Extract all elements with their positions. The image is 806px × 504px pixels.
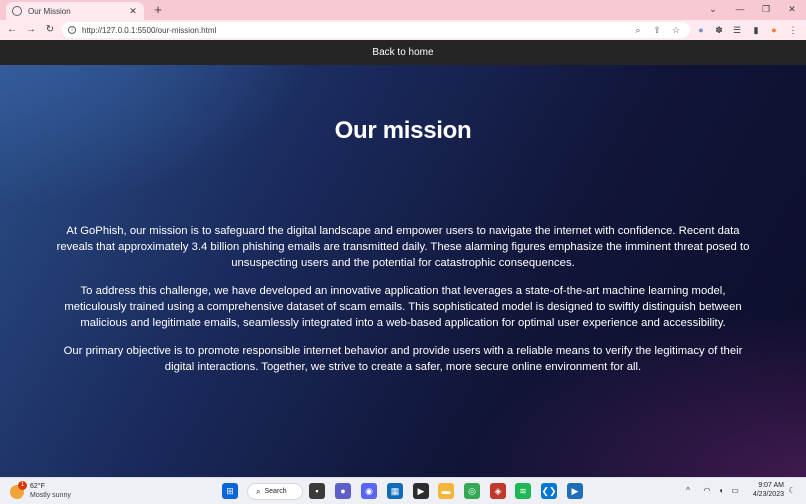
notification-badge: 1 xyxy=(18,481,27,490)
profile-avatar-icon[interactable]: ● xyxy=(768,23,780,37)
search-label: Search xyxy=(264,488,287,495)
wifi-icon[interactable]: ◠ xyxy=(701,485,713,497)
top-nav-bar: Back to home xyxy=(0,40,806,65)
page-viewport: Back to home Our mission At GoPhish, our… xyxy=(0,40,806,477)
reading-list-icon[interactable]: ☰ xyxy=(731,23,743,37)
start-icon[interactable]: ⊞ xyxy=(222,483,238,499)
page-title: Our mission xyxy=(334,117,472,144)
weather-widget[interactable]: 1 62°F Mostly sunny xyxy=(10,481,90,502)
globe-icon xyxy=(12,6,22,16)
new-tab-button[interactable]: + xyxy=(151,2,165,18)
address-bar[interactable]: i http://127.0.0.1:5500/our-mission.html… xyxy=(62,22,690,38)
back-to-home-link[interactable]: Back to home xyxy=(372,47,433,58)
chat-icon[interactable]: ● xyxy=(335,483,351,499)
menu-kebab-icon[interactable]: ⋮ xyxy=(787,23,799,37)
mission-paragraph-3: Our primary objective is to promote resp… xyxy=(63,345,743,373)
media-icon[interactable]: ▶ xyxy=(567,483,583,499)
chrome-icon[interactable]: ◎ xyxy=(464,483,480,499)
share-icon[interactable]: ⇪ xyxy=(651,23,663,37)
tab-title: Our Mission xyxy=(28,6,71,16)
zoom-icon[interactable]: ⌕ xyxy=(632,23,644,37)
clock-date[interactable]: 4/23/2023 xyxy=(744,491,784,498)
weather-temperature: 62°F xyxy=(30,483,45,490)
clock-time[interactable]: 9:07 AM xyxy=(748,482,784,489)
extension-circle-icon[interactable]: ● xyxy=(695,23,707,37)
discord-icon[interactable]: ◉ xyxy=(361,483,377,499)
back-button[interactable]: ← xyxy=(5,23,19,37)
search-icon: ⌕ xyxy=(256,486,261,496)
vscode-icon[interactable]: ❮❯ xyxy=(541,483,557,499)
terminal-icon[interactable]: ▶ xyxy=(413,483,429,499)
notification-bell-icon[interactable]: ☾ xyxy=(786,485,798,497)
side-panel-icon[interactable]: ▮ xyxy=(750,23,762,37)
volume-icon[interactable]: ◖ xyxy=(715,485,727,497)
mission-paragraph-2: To address this challenge, we have devel… xyxy=(64,285,742,329)
tab-our-mission[interactable]: Our Mission ✕ xyxy=(6,2,144,20)
url-text[interactable]: http://127.0.0.1:5500/our-mission.html xyxy=(82,26,216,35)
taskbar: 1 62°F Mostly sunny ⊞ ▪ ● ◉ ▦ ▶ ▬ ◎ ◈ ≋ ❮❯ ▶ ⌕ Sear… xyxy=(0,477,806,504)
calculator-icon[interactable]: ▦ xyxy=(387,483,403,499)
tray-overflow-chevron-icon[interactable]: ^ xyxy=(682,485,694,497)
tab-close-icon[interactable]: ✕ xyxy=(128,6,138,17)
close-window-button[interactable]: ✕ xyxy=(785,2,799,16)
minimize-button[interactable]: — xyxy=(733,2,747,16)
file-explorer-taskview-icon[interactable]: ▪ xyxy=(309,483,325,499)
site-info-icon[interactable]: i xyxy=(68,26,76,34)
tab-strip: Our Mission ✕ + ⌄ — ❐ ✕ xyxy=(0,0,806,20)
browser-toolbar: ← → ↻ i http://127.0.0.1:5500/our-missio… xyxy=(0,20,806,40)
restore-button[interactable]: ❐ xyxy=(759,2,773,16)
weather-description: Mostly sunny xyxy=(30,492,71,499)
tab-list-chevron-icon[interactable]: ⌄ xyxy=(706,2,720,16)
folder-icon[interactable]: ▬ xyxy=(438,483,454,499)
reload-button[interactable]: ↻ xyxy=(43,23,57,37)
mission-body: At GoPhish, our mission is to safeguard … xyxy=(48,223,758,387)
forward-button[interactable]: → xyxy=(24,23,38,37)
battery-icon[interactable]: ▭ xyxy=(729,485,741,497)
mission-paragraph-1: At GoPhish, our mission is to safeguard … xyxy=(56,225,750,269)
spotify-icon[interactable]: ≋ xyxy=(515,483,531,499)
extensions-puzzle-icon[interactable]: ✽ xyxy=(713,23,725,37)
taskbar-search[interactable]: ⌕ Search xyxy=(247,483,303,500)
app-icon[interactable]: ◈ xyxy=(490,483,506,499)
bookmark-star-icon[interactable]: ☆ xyxy=(670,23,682,37)
